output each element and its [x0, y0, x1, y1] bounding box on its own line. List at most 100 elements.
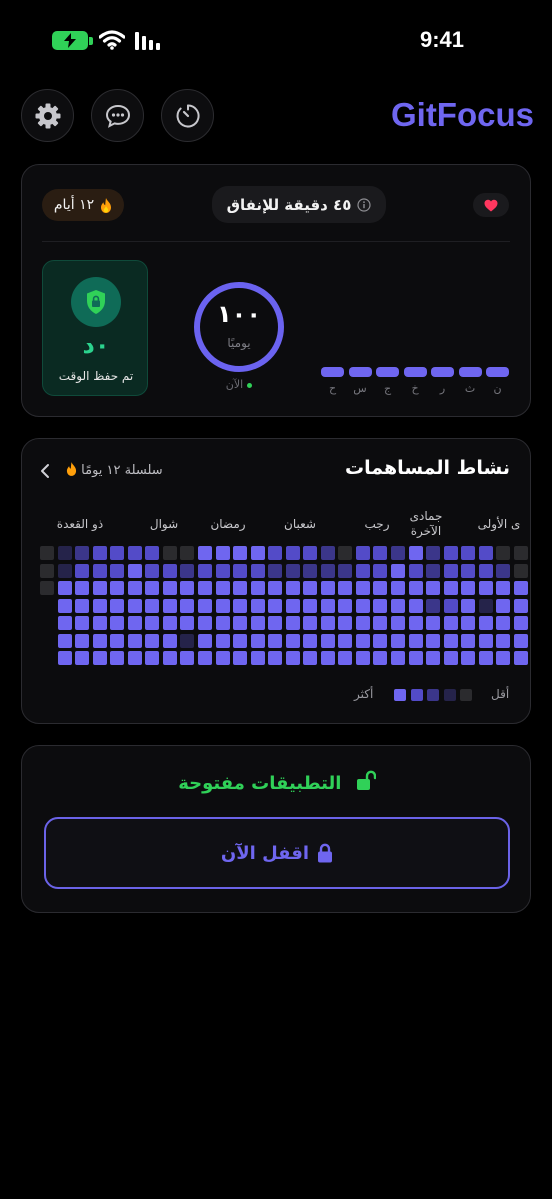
heatmap-cell	[127, 546, 142, 560]
contributions-card: نشاط المساهمات سلسلة ١٢ يومًا ى الأولى جم…	[21, 438, 531, 724]
info-icon	[357, 197, 371, 212]
heatmap-cell	[478, 546, 493, 560]
heatmap-cell	[250, 616, 265, 631]
heatmap-cell	[443, 563, 458, 578]
heatmap-cell	[197, 633, 212, 648]
lock-icon	[318, 843, 333, 863]
heatmap-cell	[443, 633, 458, 648]
heatmap-cell	[57, 598, 72, 613]
heatmap-cell	[426, 633, 441, 648]
heatmap-cell	[478, 633, 493, 648]
heatmap-cell	[180, 598, 195, 613]
heatmap-cell	[391, 563, 405, 578]
heatmap-cell	[513, 616, 528, 631]
heatmap-cell	[338, 651, 353, 666]
heart-icon	[484, 199, 498, 211]
heatmap-cell	[75, 633, 90, 648]
heatmap-cell	[215, 598, 230, 613]
unlocked-lock-icon	[356, 770, 376, 790]
heatmap-cell	[57, 616, 72, 631]
favorite-button[interactable]	[473, 193, 509, 217]
heatmap-cell	[162, 616, 177, 631]
heatmap-cell	[215, 651, 230, 666]
lock-now-button[interactable]: اقفل الآن	[44, 817, 510, 889]
heatmap-cell	[162, 546, 177, 560]
heatmap-cell	[338, 598, 353, 613]
heatmap-cell	[426, 651, 441, 666]
heatmap-cell	[40, 546, 54, 560]
heatmap-cell	[478, 616, 493, 631]
heatmap-cell	[197, 581, 212, 596]
timer-icon	[176, 103, 200, 127]
heatmap-cell	[373, 651, 388, 666]
heatmap-cell	[110, 616, 125, 631]
heatmap-cell	[373, 598, 388, 613]
heatmap-cell	[233, 651, 248, 666]
divider	[42, 241, 510, 242]
heatmap-cell	[443, 651, 458, 666]
heatmap-cell	[215, 581, 230, 596]
legend-more-label: أكثر	[354, 687, 374, 701]
heatmap-cell	[92, 546, 107, 560]
heatmap-cell	[75, 598, 90, 613]
settings-button[interactable]	[21, 89, 74, 142]
week-bar	[458, 367, 482, 377]
heatmap-cell	[127, 581, 142, 596]
week-bar	[348, 367, 372, 377]
chevron-left-icon[interactable]	[40, 463, 50, 479]
heatmap-cell	[496, 616, 511, 631]
lock-now-label: اقفل الآن	[220, 842, 310, 864]
heatmap-cell	[268, 633, 283, 648]
heatmap-cell	[426, 581, 441, 596]
heatmap-cell	[355, 598, 370, 613]
heatmap-cell	[180, 651, 195, 666]
status-time: 9:41	[420, 27, 465, 52]
heatmap-cell	[443, 546, 458, 560]
heatmap-cell	[461, 546, 476, 560]
heatmap-cell	[320, 546, 335, 560]
heatmap-cell	[110, 633, 125, 648]
timer-button[interactable]	[161, 89, 214, 142]
heatmap-cell	[250, 651, 265, 666]
app-title: GitFocus	[390, 96, 534, 133]
heatmap-cell	[426, 616, 441, 631]
heatmap-cell	[513, 633, 528, 648]
apps-status-label: التطبيقات مفتوحة	[178, 773, 342, 794]
heatmap-cell	[373, 563, 388, 578]
heatmap-cell	[461, 616, 476, 631]
heatmap-cell	[145, 581, 160, 596]
now-label: الآن	[225, 378, 244, 391]
heatmap-cell	[92, 581, 107, 596]
chat-button[interactable]	[91, 89, 144, 142]
heatmap-cell	[57, 563, 72, 578]
heatmap-cell	[92, 651, 107, 666]
week-day-label: ث	[464, 382, 476, 395]
heatmap-cell	[320, 598, 335, 613]
heatmap-cell	[250, 598, 265, 613]
daily-progress-ring: ١٠٠ يوميًا	[194, 282, 284, 372]
streak-days-label: ١٢ أيام	[53, 197, 95, 213]
heatmap-cell	[250, 546, 265, 560]
heatmap-cell	[268, 581, 283, 596]
week-day-label: ن	[493, 382, 502, 395]
heatmap-cell	[268, 546, 283, 560]
heatmap-cell	[40, 563, 54, 578]
time-saved-label: تم حفظ الوقت	[58, 369, 134, 383]
heatmap-cell	[285, 546, 300, 560]
heatmap-cell	[461, 651, 476, 666]
heatmap-cell	[338, 633, 353, 648]
heatmap-cell	[285, 563, 300, 578]
heatmap-cell	[496, 598, 511, 613]
heatmap-cell	[303, 581, 318, 596]
heatmap-cell	[443, 616, 458, 631]
heatmap-cell	[391, 546, 405, 560]
heatmap-cell	[303, 616, 318, 631]
heatmap-cell	[233, 581, 248, 596]
heatmap-cell	[268, 616, 283, 631]
week-bar	[431, 367, 454, 377]
heatmap-cell	[443, 581, 458, 596]
month-label: شوال	[149, 517, 179, 531]
heatmap-cell	[496, 581, 511, 596]
heatmap-cell	[197, 563, 212, 578]
heatmap-cell	[408, 598, 423, 613]
